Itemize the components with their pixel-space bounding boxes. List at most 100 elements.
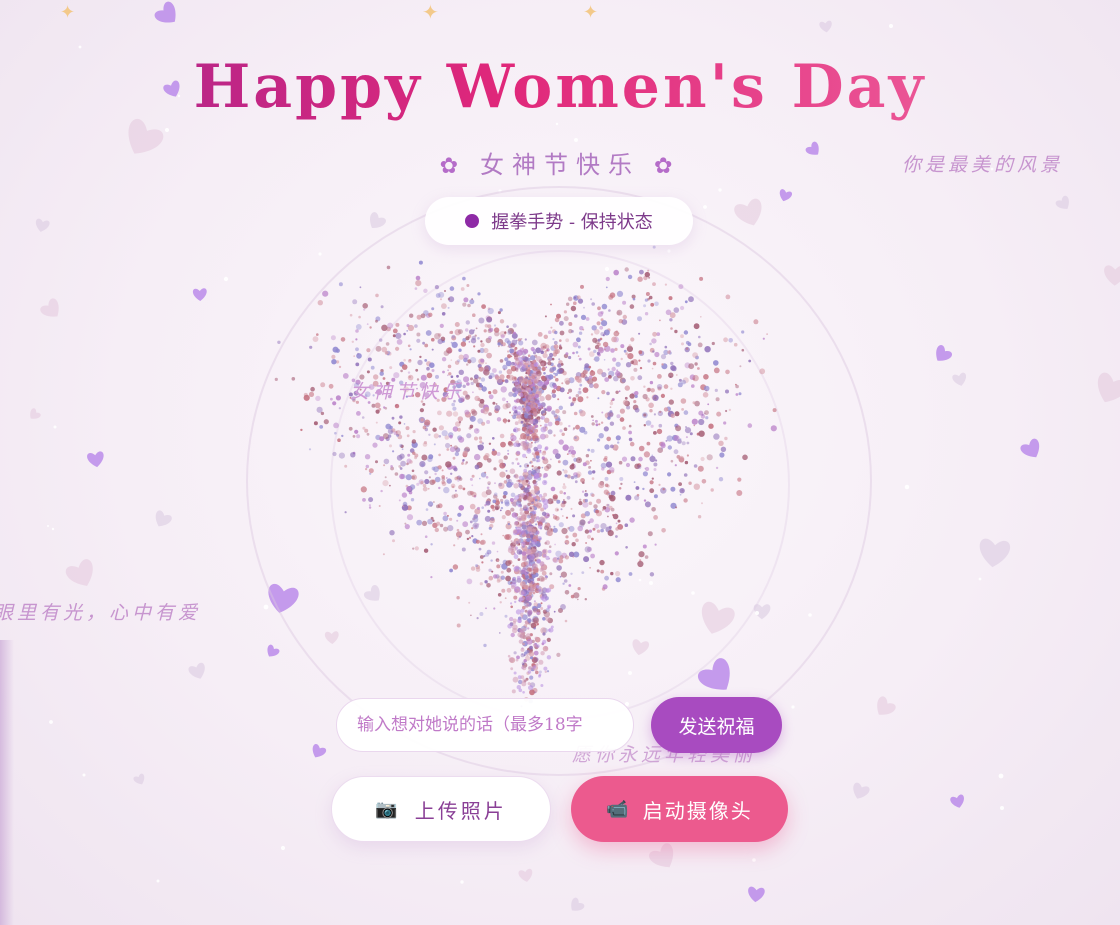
heart-particle [507,350,510,353]
heart-particle [511,461,515,465]
heart-particle [697,515,702,519]
heart-particle [549,352,554,358]
heart-particle [597,347,605,354]
heart-particle [387,322,394,329]
heart-particle [644,555,649,559]
heart-particle [699,276,704,281]
heart-particle [554,543,556,546]
heart-particle [526,611,533,617]
heart-particle [550,458,552,461]
heart-particle [723,421,727,425]
heart-particle [358,315,361,319]
heart-particle [527,514,531,519]
heart-particle [540,602,543,605]
heart-particle [356,434,361,439]
heart-particle [415,368,419,372]
heart-particle [609,495,616,502]
heart-particle [524,406,531,412]
heart-particle [529,553,535,560]
heart-particle [400,369,403,373]
heart-particle [528,412,532,415]
heart-particle [586,396,589,399]
heart-particle [414,546,419,551]
heart-particle [579,410,586,417]
upload-photo-button[interactable]: 📷 上传照片 [331,776,551,842]
heart-particle [558,522,564,528]
video-camera-icon: 📹 [606,798,631,820]
heart-particle [568,424,571,428]
heart-particle [627,274,633,280]
heart-particle [409,313,414,318]
heart-particle [486,316,493,323]
heart-particle [442,515,449,522]
heart-particle [484,453,490,458]
heart-particle [532,386,536,390]
heart-particle [623,349,627,353]
heart-particle [658,483,661,486]
heart-particle [452,406,457,411]
heart-particle [375,293,379,298]
heart-particle [697,342,703,348]
heart-particle [323,419,329,425]
heart-particle [560,604,566,610]
heart-particle [496,579,501,583]
heart-particle [647,359,651,363]
heart-particle [434,472,437,476]
heart-particle [570,594,575,599]
heart-particle [635,486,640,490]
heart-particle [664,283,668,286]
heart-particle [578,331,583,335]
heart-particle [575,394,579,398]
heart-particle [584,363,590,369]
heart-particle [309,345,313,349]
heart-particle [389,366,393,370]
heart-particle [499,319,505,324]
heart-particle [735,384,739,389]
heart-particle [620,357,623,361]
heart-particle [642,393,648,400]
heart-particle [573,411,578,416]
heart-particle [518,529,524,536]
heart-particle [487,307,494,315]
heart-particle [480,539,486,545]
heart-particle [386,265,391,270]
heart-particle [447,369,449,372]
heart-particle [610,490,616,496]
heart-particle [517,405,522,410]
heart-particle [349,313,353,317]
heart-particle [421,454,428,461]
heart-particle [355,324,362,330]
heart-particle [414,456,418,460]
heart-particle [443,350,450,357]
heart-particle [567,296,573,302]
heart-particle [516,588,520,592]
heart-particle [471,410,478,416]
send-wish-button[interactable]: 发送祝福 [651,697,782,753]
wish-message-input[interactable] [336,698,634,752]
heart-particle [684,427,692,434]
heart-particle [659,319,661,322]
start-camera-button[interactable]: 📹 启动摄像头 [571,776,788,842]
heart-particle [410,498,415,502]
heart-particle [483,643,487,648]
heart-particle [733,342,738,347]
heart-particle [535,523,538,526]
heart-particle [493,607,496,610]
heart-particle [384,476,387,479]
heart-particle [379,338,383,342]
heart-particle [541,511,547,516]
heart-particle [603,332,607,335]
heart-particle [366,348,371,353]
heart-particle [584,529,590,534]
heart-particle [615,527,619,531]
heart-particle [652,245,656,249]
heart-particle [529,394,533,398]
heart-particle [362,303,369,309]
heart-particle [562,371,567,376]
heart-particle [379,371,384,376]
heart-particle [679,493,682,496]
heart-particle [368,468,374,474]
heart-particle [649,572,655,577]
heart-particle [540,426,547,433]
heart-particle [585,454,590,458]
